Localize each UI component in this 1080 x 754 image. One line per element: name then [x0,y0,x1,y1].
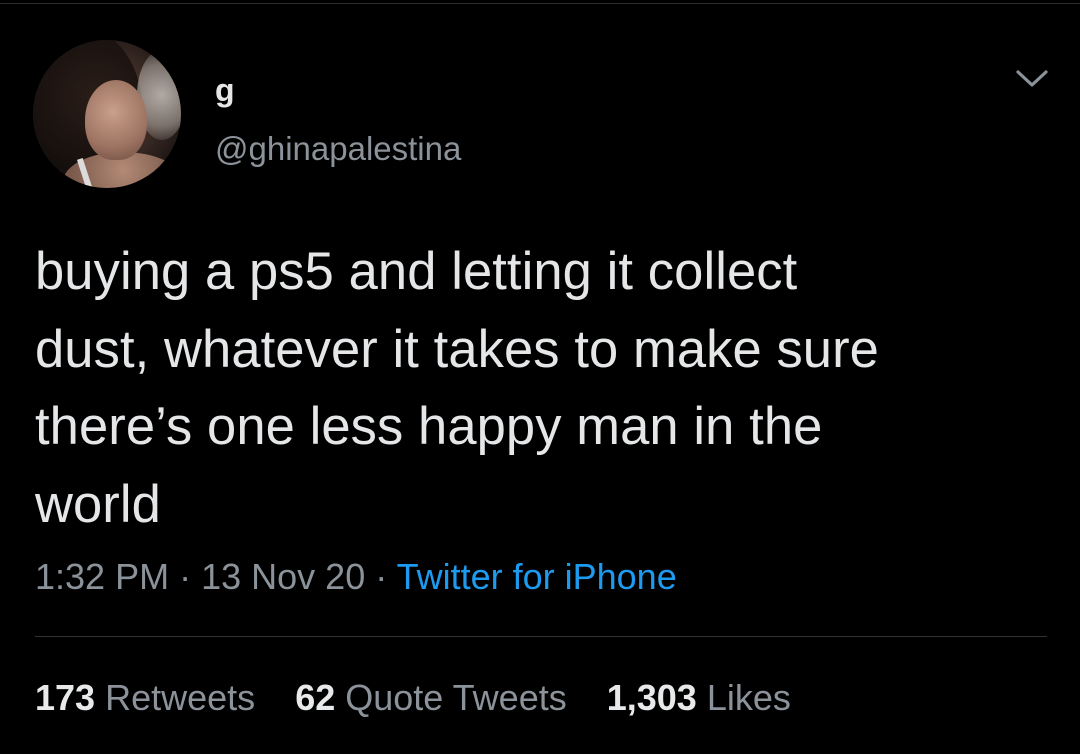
top-divider [0,3,1080,4]
tweet-text: buying a ps5 and letting it collect dust… [35,233,1045,543]
quote-tweets-stat[interactable]: 62 Quote Tweets [295,677,567,719]
avatar[interactable] [33,40,181,188]
tweet-text-line: there’s one less happy man in the [35,397,823,456]
tweet-stats: 173 Retweets 62 Quote Tweets 1,303 Likes [35,677,821,719]
tweet-text-line: dust, whatever it takes to make sure [35,319,879,379]
retweets-stat[interactable]: 173 Retweets [35,677,255,719]
quote-tweets-count: 62 [295,677,336,718]
stats-divider [35,636,1047,637]
meta-separator: · [375,556,388,597]
display-name[interactable]: g [215,74,235,106]
user-handle[interactable]: @ghinapalestina [215,130,461,168]
tweet-date[interactable]: 13 Nov 20 [201,556,365,597]
tweet-time[interactable]: 1:32 PM [35,556,169,597]
tweet-text-line: world [35,474,161,534]
likes-count: 1,303 [606,677,697,718]
retweets-count: 173 [35,677,96,718]
likes-stat[interactable]: 1,303 Likes [607,677,791,719]
retweets-label: Retweets [105,677,256,718]
tweet-source-link[interactable]: Twitter for iPhone [397,556,677,597]
meta-separator: · [179,556,192,597]
tweet-text-line: buying a ps5 and letting it collect [35,242,798,301]
quote-tweets-label: Quote Tweets [345,677,567,718]
chevron-down-icon[interactable] [1014,66,1050,90]
likes-label: Likes [706,677,791,718]
tweet-meta: 1:32 PM · 13 Nov 20 · Twitter for iPhone [35,556,677,598]
